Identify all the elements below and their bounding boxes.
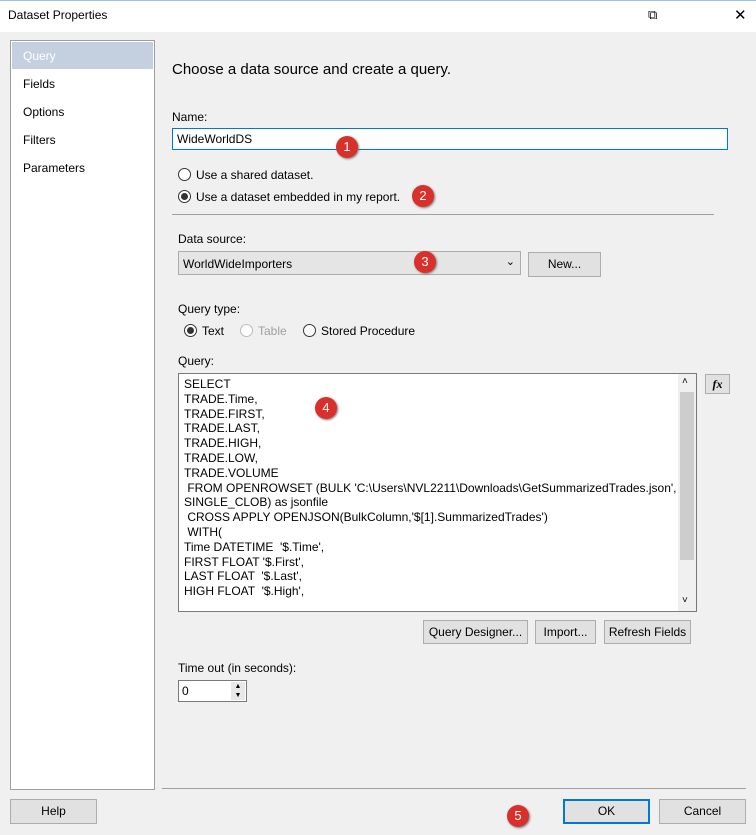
radio-label: Text — [202, 324, 225, 338]
radio-icon — [184, 324, 197, 337]
radio-embedded-dataset[interactable]: Use a dataset embedded in my report. — [178, 190, 400, 204]
radio-label: Stored Procedure — [321, 324, 416, 338]
annotation-badge: 5 — [507, 805, 529, 827]
annotation-badge: 3 — [414, 251, 436, 273]
expression-fx-button[interactable]: fx — [705, 374, 730, 394]
query-textarea[interactable]: SELECT TRADE.Time, TRADE.FIRST, TRADE.LA… — [178, 373, 697, 612]
title-bar — [0, 0, 756, 32]
datasource-value: WorldWideImporters — [183, 257, 293, 271]
scrollbar-thumb[interactable] — [680, 392, 694, 560]
scroll-down-icon[interactable]: ˅ — [682, 595, 688, 606]
sidebar-item-filters[interactable]: Filters — [12, 126, 153, 153]
sidebar-item-options[interactable]: Options — [12, 98, 153, 125]
divider — [172, 214, 714, 215]
name-label: Name: — [172, 110, 208, 124]
name-input[interactable]: WideWorldDS — [172, 128, 728, 150]
query-designer-button[interactable]: Query Designer... — [423, 620, 528, 644]
scroll-up-icon[interactable]: ˄ — [682, 376, 688, 387]
radio-label: Use a shared dataset. — [196, 168, 314, 182]
timeout-stepper[interactable]: 0 ▲ ▼ — [178, 680, 247, 702]
sidebar-item-parameters[interactable]: Parameters — [12, 154, 153, 181]
radio-stored-procedure[interactable]: Stored Procedure — [303, 324, 415, 338]
divider — [162, 788, 746, 789]
radio-label: Use a dataset embedded in my report. — [196, 190, 401, 204]
datasource-select[interactable]: WorldWideImporters ⌄ — [178, 251, 521, 275]
sidebar: Query Fields Options Filters Parameters — [10, 40, 155, 790]
new-datasource-button[interactable]: New... — [528, 252, 601, 277]
restore-icon[interactable]: ⧉ — [648, 7, 657, 23]
annotation-badge: 4 — [315, 397, 337, 419]
radio-icon — [303, 324, 316, 337]
radio-icon — [178, 190, 191, 203]
spinner-arrows-icon[interactable]: ▲ ▼ — [231, 682, 245, 700]
querytype-label: Query type: — [178, 302, 241, 316]
page-heading: Choose a data source and create a query. — [172, 61, 452, 78]
refresh-fields-button[interactable]: Refresh Fields — [604, 620, 691, 644]
cancel-button[interactable]: Cancel — [659, 799, 746, 824]
radio-shared-dataset[interactable]: Use a shared dataset. — [178, 168, 313, 182]
annotation-badge: 1 — [336, 136, 358, 158]
query-label: Query: — [178, 354, 215, 368]
window-title: Dataset Properties — [8, 8, 108, 22]
sidebar-item-query[interactable]: Query — [12, 42, 153, 69]
help-button[interactable]: Help — [10, 799, 97, 824]
annotation-badge: 2 — [412, 185, 434, 207]
ok-button[interactable]: OK — [563, 799, 650, 824]
chevron-down-icon: ⌄ — [505, 256, 515, 268]
radio-label: Table — [258, 324, 287, 338]
timeout-label: Time out (in seconds): — [178, 661, 297, 675]
radio-text[interactable]: Text — [184, 324, 224, 338]
sidebar-item-fields[interactable]: Fields — [12, 70, 153, 97]
import-button[interactable]: Import... — [535, 620, 596, 644]
close-icon[interactable]: ✕ — [734, 6, 747, 24]
datasource-label: Data source: — [178, 232, 247, 246]
radio-icon — [240, 324, 253, 337]
radio-icon — [178, 168, 191, 181]
radio-table: Table — [240, 324, 287, 338]
timeout-value: 0 — [182, 684, 189, 698]
